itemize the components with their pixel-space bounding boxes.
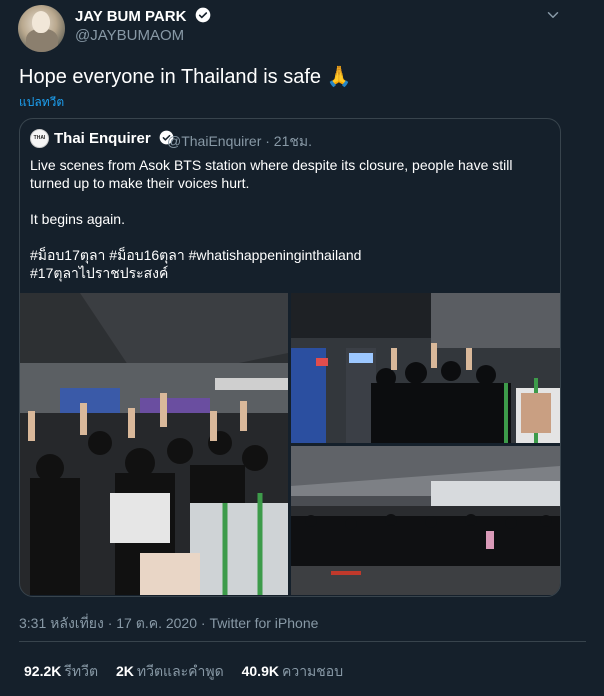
likes-label: ความชอบ xyxy=(281,663,344,679)
author-handle[interactable]: @JAYBUMAOM xyxy=(75,27,184,44)
divider xyxy=(19,641,586,642)
author-name-text: JAY BUM PARK xyxy=(75,8,187,25)
photo-concourse-crowd[interactable] xyxy=(291,446,560,595)
tweet-stats: 92.2K รีทวีต 2K ทวีตและคำพูด 40.9K ความชอบ xyxy=(24,661,357,683)
retweets-count: 92.2K xyxy=(24,663,62,679)
quotes-label: ทวีตและคำพูด xyxy=(136,663,224,679)
author-name[interactable]: JAY BUM PARK xyxy=(75,7,211,25)
photo-crowd-platform[interactable] xyxy=(20,293,288,595)
quoted-tweet-card[interactable]: THAI Thai Enquirer @ThaiEnquirer · 21ชม.… xyxy=(19,118,561,597)
photo-crowd-platform-art xyxy=(20,293,288,595)
verified-badge-icon xyxy=(195,7,210,23)
quote-hashtags[interactable]: #ม็อบ17ตุลา #ม็อบ16ตุลา #whatishappening… xyxy=(30,246,545,264)
chevron-down-icon[interactable] xyxy=(544,6,562,24)
quote-author-name: Thai Enquirer xyxy=(54,130,174,147)
photo-ticket-machines[interactable] xyxy=(291,293,560,443)
quotes-stat[interactable]: 2K ทวีตและคำพูด xyxy=(116,663,224,679)
retweets-stat[interactable]: 92.2K รีทวีต xyxy=(24,663,98,679)
quote-author-name-text: Thai Enquirer xyxy=(54,130,151,147)
quote-body: Live scenes from Asok BTS station where … xyxy=(30,156,545,282)
quote-handle-time: @ThaiEnquirer · 21ชม. xyxy=(167,133,312,149)
tweet-timestamp[interactable]: 3:31 หลังเที่ยง · 17 ต.ค. 2020 · Twitter… xyxy=(19,613,318,635)
quote-line: Live scenes from Asok BTS station where … xyxy=(30,157,513,173)
photo-ticket-machines-art xyxy=(291,293,560,443)
quotes-count: 2K xyxy=(115,663,134,679)
likes-stat[interactable]: 40.9K ความชอบ xyxy=(242,663,343,679)
translate-tweet-link[interactable]: แปลทวีต xyxy=(19,93,64,112)
quote-author-avatar: THAI xyxy=(30,129,49,148)
retweets-label: รีทวีต xyxy=(64,663,99,679)
quote-line: turned up to make their voices hurt. xyxy=(30,175,250,191)
author-avatar[interactable] xyxy=(18,5,65,52)
quote-line: It begins again. xyxy=(30,211,125,227)
photo-concourse-crowd-art xyxy=(291,446,560,595)
quote-hashtags[interactable]: #17ตุลาไปราชประสงค์ xyxy=(30,264,545,282)
tweet-text: Hope everyone in Thailand is safe 🙏 xyxy=(19,66,352,88)
likes-count: 40.9K xyxy=(241,663,279,679)
